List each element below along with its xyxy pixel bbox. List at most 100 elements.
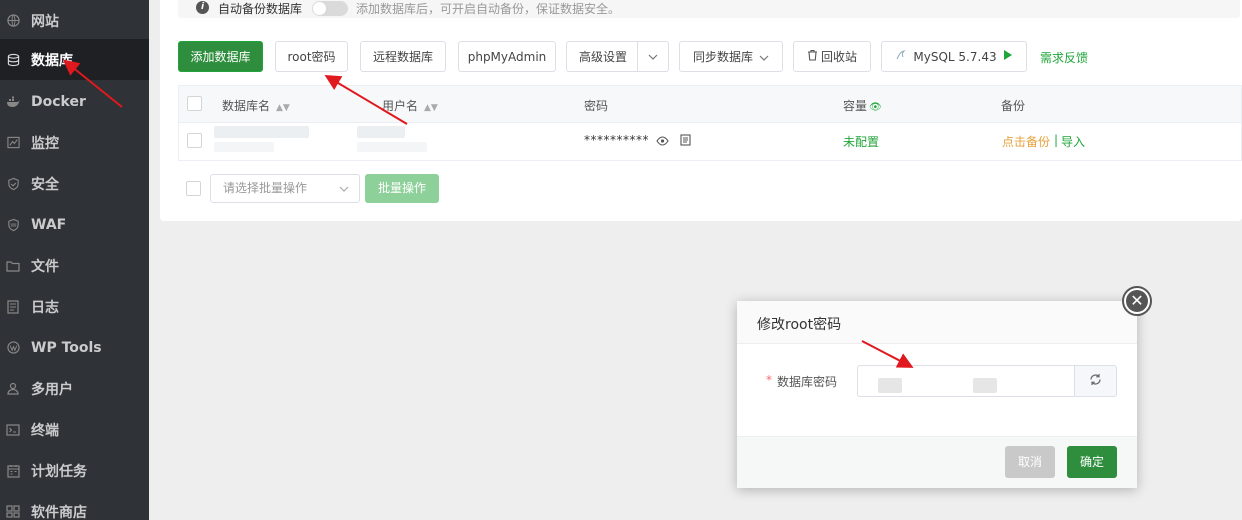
sidebar-item-waf[interactable]: WAF [0,204,149,245]
batch-select-checkbox[interactable] [186,181,201,196]
table-header [179,86,1241,123]
info-icon: i [196,1,209,14]
calendar-icon [6,464,20,478]
redacted-username-sub [357,142,427,152]
log-icon [6,299,20,314]
sort-icon: ▲▼ [276,103,290,113]
column-label: 用户名 [382,99,419,113]
password-field-label: 数据库密码 [777,375,838,389]
sidebar-item-terminal[interactable]: 终端 [0,409,149,450]
sidebar-item-docker[interactable]: Docker [0,81,149,122]
sidebar-item-database[interactable]: 数据库 [0,39,149,80]
chevron-down-icon [759,50,769,64]
dolphin-icon [895,49,907,64]
sidebar-item-label: 网站 [31,13,59,30]
close-icon: ✕ [1126,290,1148,312]
sidebar-item-label: WAF [31,216,67,233]
chevron-down-icon[interactable] [637,42,668,71]
batch-operation-button[interactable]: 批量操作 [365,174,439,203]
regenerate-password-button[interactable] [1074,365,1117,397]
sidebar-item-monitor[interactable]: 监控 [0,122,149,163]
sidebar-item-label: 终端 [31,422,59,439]
remote-database-label: 远程数据库 [372,50,433,64]
sidebar-item-label: 日志 [31,299,59,316]
redacted-db-name-sub [214,142,274,152]
refresh-icon [1089,373,1102,389]
root-password-label: root密码 [287,50,336,64]
sidebar: 网站 数据库 Docker 监控 安全 WAF 文件 日志 WP Tools 多… [0,0,149,520]
sync-database-label: 同步数据库 [692,50,753,64]
required-mark: * [766,373,772,387]
recycle-bin-button[interactable]: 回收站 [793,41,871,72]
column-header-backup: 备份 [1001,99,1026,113]
sidebar-item-multi-user[interactable]: 多用户 [0,368,149,409]
docker-icon [6,95,20,109]
sidebar-item-label: 计划任务 [31,463,87,480]
sidebar-item-label: 安全 [31,176,59,193]
password-masked: ********** [584,133,649,147]
database-icon [6,53,20,67]
mysql-version-button[interactable]: MySQL 5.7.43 [881,41,1027,72]
chevron-down-icon [339,175,349,202]
eye-icon[interactable]: 👁 [869,102,882,113]
sidebar-item-security[interactable]: 安全 [0,163,149,204]
phpmyadmin-label: phpMyAdmin [467,49,547,64]
dialog-close-button[interactable]: ✕ [1122,286,1152,316]
root-password-button[interactable]: root密码 [275,41,348,72]
users-icon [6,382,20,396]
redacted-username [357,126,405,138]
play-icon [1003,49,1013,64]
import-link[interactable]: 导入 [1061,133,1085,150]
sidebar-item-website[interactable]: 网站 [0,0,149,41]
row-checkbox[interactable] [187,133,202,148]
trash-icon [807,49,818,64]
dialog-title: 修改root密码 [757,317,842,333]
cancel-button[interactable]: 取消 [1005,446,1055,478]
select-all-checkbox[interactable] [187,96,202,111]
waf-shield-icon [6,218,20,232]
monitor-icon [6,136,20,150]
terminal-icon [6,423,20,437]
auto-backup-label: 自动备份数据库 [218,2,303,16]
sidebar-item-label: 数据库 [31,52,73,69]
sort-icon: ▲▼ [424,103,438,113]
sidebar-item-app-store[interactable]: 软件商店 [0,491,149,520]
auto-backup-toggle[interactable] [312,1,348,16]
sidebar-item-label: 多用户 [31,381,73,398]
batch-select-placeholder: 请选择批量操作 [223,181,308,195]
database-password-input[interactable] [857,365,1075,397]
sidebar-item-logs[interactable]: 日志 [0,286,149,327]
add-database-label: 添加数据库 [190,50,251,64]
add-database-button[interactable]: 添加数据库 [178,41,263,72]
column-label: 数据库名 [222,99,271,113]
batch-operation-select[interactable]: 请选择批量操作 [210,174,360,203]
advanced-settings-label: 高级设置 [579,50,628,64]
column-header-username[interactable]: 用户名 ▲▼ [382,97,438,114]
capacity-unconfigured-link[interactable]: 未配置 [843,133,879,150]
advanced-settings-button[interactable]: 高级设置 [566,41,669,72]
eye-icon[interactable] [656,135,669,149]
auto-backup-description: 添加数据库后，可开启自动备份，保证数据安全。 [356,2,621,16]
copy-icon[interactable] [680,134,691,149]
confirm-button[interactable]: 确定 [1067,446,1117,478]
backup-link[interactable]: 点击备份 [1002,133,1050,150]
shield-icon [6,177,20,191]
sidebar-item-files[interactable]: 文件 [0,245,149,286]
redacted-password [973,378,997,393]
redacted-db-name [214,126,309,138]
feedback-link[interactable]: 需求反馈 [1040,49,1088,66]
sidebar-item-wp-tools[interactable]: WP Tools [0,327,149,368]
globe-icon [6,14,20,28]
store-icon [6,505,20,519]
sync-database-button[interactable]: 同步数据库 [679,41,783,72]
remote-database-button[interactable]: 远程数据库 [360,41,446,72]
column-label: 容量 [843,99,868,113]
sidebar-item-scheduled-tasks[interactable]: 计划任务 [0,450,149,491]
toggle-knob [313,2,326,15]
column-header-db-name[interactable]: 数据库名 ▲▼ [222,97,290,114]
phpmyadmin-button[interactable]: phpMyAdmin [458,41,556,72]
folder-icon [6,259,20,273]
wordpress-icon [6,341,20,355]
database-table: 数据库名 ▲▼ 用户名 ▲▼ 密码 容量 👁 备份 ********** 未配置 点击… [178,85,1242,161]
link-separator: | [1054,133,1059,147]
